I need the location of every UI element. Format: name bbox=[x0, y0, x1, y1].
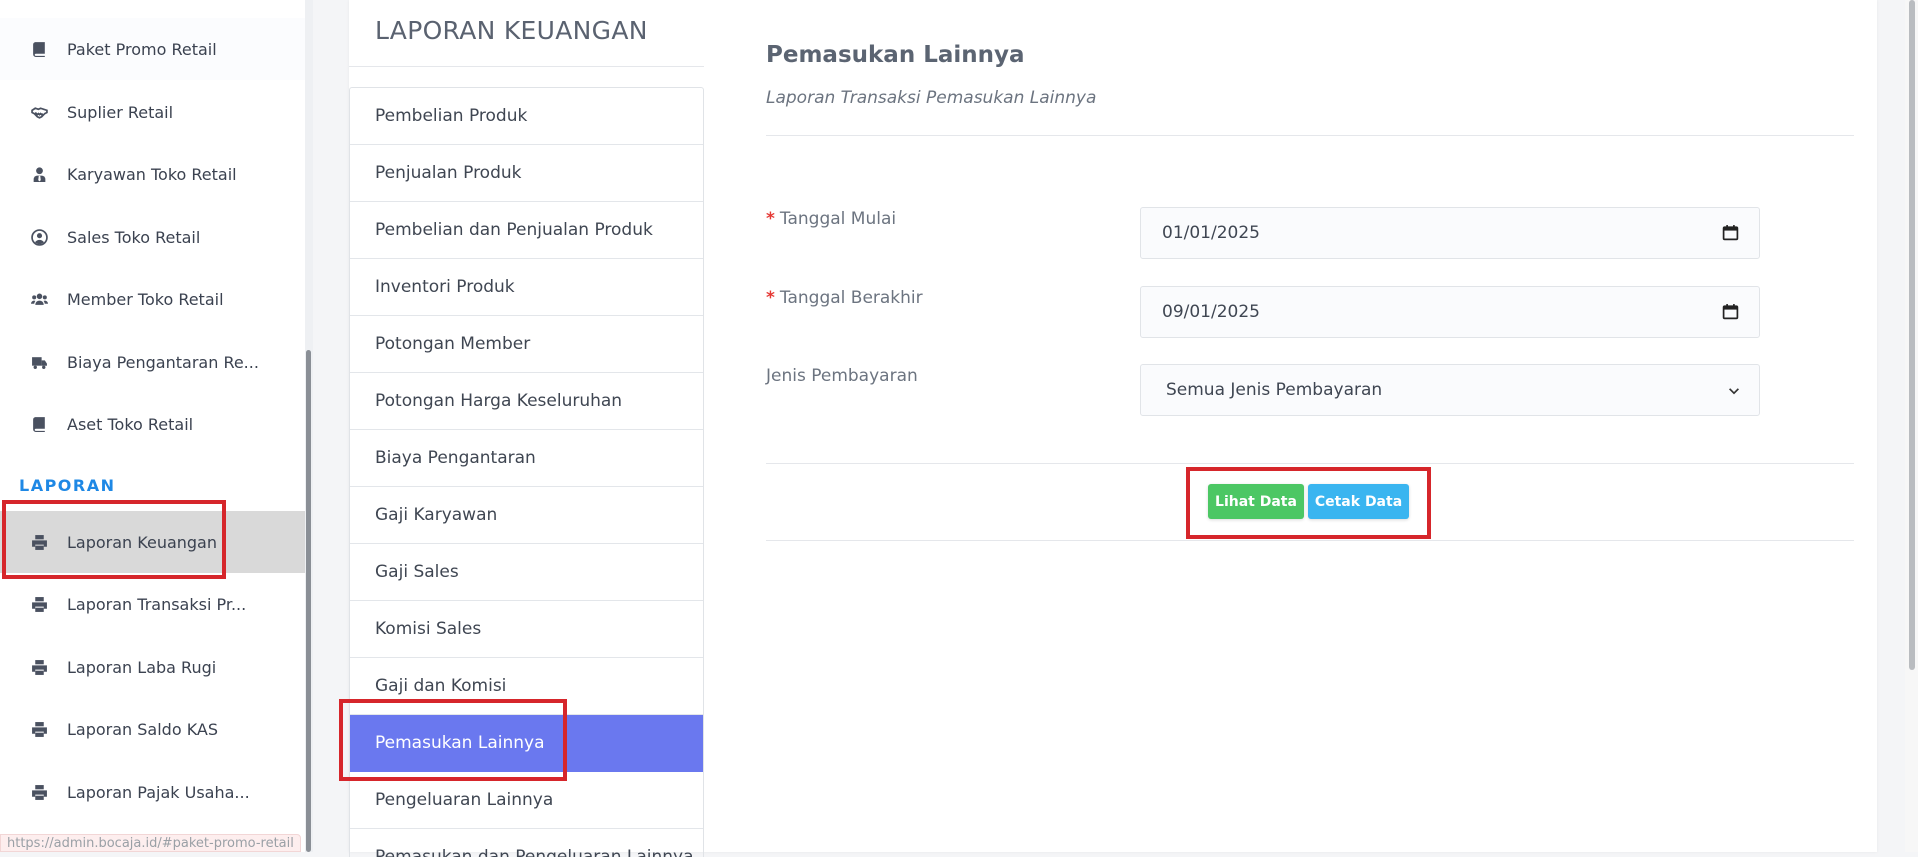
start-date-input[interactable]: 01/01/2025 bbox=[1140, 207, 1760, 259]
start-date-label-text: Tanggal Mulai bbox=[779, 209, 897, 229]
end-date-value: 09/01/2025 bbox=[1162, 302, 1260, 322]
menu-item-biaya-pengantaran[interactable]: Biaya Pengantaran bbox=[350, 430, 703, 487]
sidebar-item-label: Laporan Transaksi Pr... bbox=[67, 594, 247, 614]
sidebar-item-label: Paket Promo Retail bbox=[67, 39, 217, 59]
sidebar-item-aset-toko-retail[interactable]: Aset Toko Retail bbox=[0, 393, 305, 455]
users-icon bbox=[30, 290, 48, 308]
calendar-icon[interactable] bbox=[1722, 224, 1739, 241]
sidebar-item-laporan-keuangan[interactable]: Laporan Keuangan bbox=[0, 511, 305, 573]
sidebar-item-paket-promo-retail[interactable]: Paket Promo Retail bbox=[0, 18, 305, 80]
printer-icon bbox=[30, 720, 48, 738]
sidebar-item-label: Sales Toko Retail bbox=[67, 227, 201, 247]
menu-item-inventori-produk[interactable]: Inventori Produk bbox=[350, 259, 703, 316]
sidebar-item-label: Laporan Pajak Usaha... bbox=[67, 782, 250, 802]
sidebar-section-laporan: LAPORAN bbox=[19, 476, 116, 495]
sidebar-item-laporan-laba-rugi[interactable]: Laporan Laba Rugi bbox=[0, 636, 305, 698]
divider bbox=[766, 463, 1854, 464]
form-title: Pemasukan Lainnya bbox=[766, 42, 1025, 68]
sidebar-item-label: Biaya Pengantaran Re... bbox=[67, 352, 259, 372]
printer-icon bbox=[30, 595, 48, 613]
menu-item-gaji-dan-komisi[interactable]: Gaji dan Komisi bbox=[350, 658, 703, 715]
form-subtitle: Laporan Transaksi Pemasukan Lainnya bbox=[766, 88, 1097, 108]
menu-item-gaji-karyawan[interactable]: Gaji Karyawan bbox=[350, 487, 703, 544]
sidebar-item-sales-toko-retail[interactable]: Sales Toko Retail bbox=[0, 206, 305, 268]
chevron-down-icon bbox=[1729, 388, 1739, 395]
sidebar: Paket Promo Retail Suplier Retail Karyaw… bbox=[0, 0, 305, 852]
user-circle-icon bbox=[30, 228, 48, 246]
printer-icon bbox=[30, 658, 48, 676]
sidebar-item-label: Laporan Saldo KAS bbox=[67, 719, 219, 739]
book-icon bbox=[30, 40, 48, 58]
sidebar-scrollbar[interactable] bbox=[305, 0, 313, 852]
start-date-label: * Tanggal Mulai bbox=[766, 209, 896, 229]
handshake-icon bbox=[30, 103, 48, 121]
sidebar-item-karyawan-toko-retail[interactable]: Karyawan Toko Retail bbox=[0, 143, 305, 205]
menu-item-potongan-harga-keseluruhan[interactable]: Potongan Harga Keseluruhan bbox=[350, 373, 703, 430]
menu-item-pembelian-penjualan-produk[interactable]: Pembelian dan Penjualan Produk bbox=[350, 202, 703, 259]
end-date-label-text: Tanggal Berakhir bbox=[779, 288, 923, 308]
menu-item-pemasukan-pengeluaran-lainnya[interactable]: Pemasukan dan Pengeluaran Lainnya bbox=[350, 829, 703, 857]
report-title: LAPORAN KEUANGAN bbox=[375, 16, 648, 45]
printer-icon bbox=[30, 533, 48, 551]
divider bbox=[349, 66, 704, 67]
menu-item-pengeluaran-lainnya[interactable]: Pengeluaran Lainnya bbox=[350, 772, 703, 829]
truck-icon bbox=[30, 353, 48, 371]
payment-type-value: Semua Jenis Pembayaran bbox=[1166, 380, 1383, 400]
start-date-value: 01/01/2025 bbox=[1162, 223, 1260, 243]
sidebar-item-laporan-pajak-usaha[interactable]: Laporan Pajak Usaha... bbox=[0, 761, 305, 823]
status-url: https://admin.bocaja.id/#paket-promo-ret… bbox=[0, 834, 301, 852]
menu-item-penjualan-produk[interactable]: Penjualan Produk bbox=[350, 145, 703, 202]
menu-item-potongan-member[interactable]: Potongan Member bbox=[350, 316, 703, 373]
end-date-input[interactable]: 09/01/2025 bbox=[1140, 286, 1760, 338]
payment-type-label: Jenis Pembayaran bbox=[766, 366, 918, 386]
sidebar-item-label: Laporan Keuangan bbox=[67, 532, 217, 552]
sidebar-item-laporan-transaksi[interactable]: Laporan Transaksi Pr... bbox=[0, 573, 305, 635]
sidebar-item-label: Laporan Laba Rugi bbox=[67, 657, 217, 677]
divider bbox=[766, 540, 1854, 541]
calendar-icon[interactable] bbox=[1722, 303, 1739, 320]
sidebar-item-label: Aset Toko Retail bbox=[67, 414, 194, 434]
view-data-button[interactable]: Lihat Data bbox=[1208, 484, 1304, 519]
printer-icon bbox=[30, 783, 48, 801]
user-tie-icon bbox=[30, 165, 48, 183]
divider bbox=[766, 135, 1854, 136]
sidebar-item-biaya-pengantaran[interactable]: Biaya Pengantaran Re... bbox=[0, 331, 305, 393]
sidebar-item-label: Member Toko Retail bbox=[67, 289, 224, 309]
required-mark: * bbox=[766, 288, 775, 308]
print-data-button[interactable]: Cetak Data bbox=[1308, 484, 1409, 519]
sidebar-item-suplier-retail[interactable]: Suplier Retail bbox=[0, 81, 305, 143]
menu-item-pemasukan-lainnya[interactable]: Pemasukan Lainnya bbox=[350, 715, 703, 772]
sidebar-item-member-toko-retail[interactable]: Member Toko Retail bbox=[0, 268, 305, 330]
menu-item-komisi-sales[interactable]: Komisi Sales bbox=[350, 601, 703, 658]
menu-item-gaji-sales[interactable]: Gaji Sales bbox=[350, 544, 703, 601]
sidebar-item-label: Suplier Retail bbox=[67, 102, 174, 122]
menu-item-pembelian-produk[interactable]: Pembelian Produk bbox=[350, 88, 703, 145]
sidebar-item-label: Karyawan Toko Retail bbox=[67, 164, 237, 184]
book-icon bbox=[30, 415, 48, 433]
required-mark: * bbox=[766, 209, 775, 229]
sidebar-scrollbar-thumb[interactable] bbox=[306, 350, 311, 852]
page-scrollbar-thumb[interactable] bbox=[1909, 0, 1915, 670]
end-date-label: * Tanggal Berakhir bbox=[766, 288, 923, 308]
report-menu: Pembelian Produk Penjualan Produk Pembel… bbox=[349, 87, 704, 857]
payment-type-select[interactable]: Semua Jenis Pembayaran bbox=[1140, 364, 1760, 416]
page-scrollbar[interactable] bbox=[1905, 0, 1918, 852]
sidebar-item-laporan-saldo-kas[interactable]: Laporan Saldo KAS bbox=[0, 698, 305, 760]
main-card: LAPORAN KEUANGAN Pembelian Produk Penjua… bbox=[349, 0, 1877, 857]
form-panel: Pemasukan Lainnya Laporan Transaksi Pema… bbox=[766, 0, 1854, 852]
